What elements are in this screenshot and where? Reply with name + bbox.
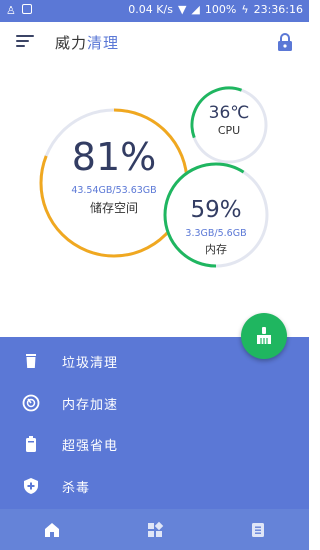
battery-icon <box>26 436 36 452</box>
menu-icon[interactable] <box>16 35 34 49</box>
signal-icon: ◢ <box>191 3 200 16</box>
gauges-area: 81% 43.54GB/53.63GB 储存空间 36℃ CPU 59% 3.3… <box>0 62 309 337</box>
charging-icon: ϟ <box>241 3 249 16</box>
menu-item-antivirus[interactable]: 杀毒 <box>0 465 309 507</box>
menu-item-label: 超强省电 <box>62 438 119 454</box>
tab-list[interactable] <box>206 509 309 550</box>
memory-percent: 59% <box>190 197 242 223</box>
memory-gauge[interactable]: 59% 3.3GB/5.6GB 内存 <box>166 196 266 257</box>
list-icon <box>251 522 264 537</box>
menu-item-power-save[interactable]: 超强省电 <box>0 423 309 465</box>
speedometer-icon <box>22 394 40 412</box>
memory-label: 内存 <box>205 243 227 256</box>
menu-item-label: 内存加速 <box>62 397 119 413</box>
menu-item-memory-boost[interactable]: 内存加速 <box>0 382 309 424</box>
app-title-part2: 清理 <box>87 34 120 52</box>
storage-label: 储存空间 <box>89 201 138 215</box>
storage-percent: 81% <box>71 135 157 179</box>
wifi-icon: ▼ <box>177 3 187 16</box>
shield-plus-icon <box>24 478 38 494</box>
bottom-nav <box>0 509 309 550</box>
broom-icon <box>257 327 271 344</box>
image-notification-icon <box>21 4 32 14</box>
cpu-temp: 36℃ <box>208 103 250 123</box>
clock: 23:36:16 <box>253 3 303 16</box>
network-speed: 0.04 K/s <box>128 3 173 16</box>
home-icon <box>44 522 59 537</box>
battery-percent: 100% <box>204 3 237 16</box>
clean-fab-button[interactable] <box>241 313 287 359</box>
notification-icon: ♙ <box>6 4 16 17</box>
apps-icon <box>147 521 163 537</box>
app-title: 威力清理 <box>55 32 119 53</box>
app-bar: 威力清理 <box>0 22 309 62</box>
menu-item-label: 垃圾清理 <box>62 355 119 371</box>
app-title-part1: 威力 <box>55 34 88 52</box>
feature-menu: 垃圾清理 内存加速 超强省电 杀毒 <box>0 337 309 509</box>
cpu-gauge[interactable]: 36℃ CPU <box>194 102 264 137</box>
storage-detail: 43.54GB/53.63GB <box>71 185 157 196</box>
trash-icon <box>26 354 36 368</box>
menu-item-label: 杀毒 <box>62 480 91 496</box>
status-bar: ♙ 0.04 K/s ▼ ◢ 100% ϟ 23:36:16 <box>0 0 309 22</box>
lock-icon[interactable] <box>277 33 293 51</box>
cpu-label: CPU <box>217 124 241 137</box>
memory-detail: 3.3GB/5.6GB <box>185 228 247 239</box>
tab-home[interactable] <box>0 509 103 550</box>
tab-apps[interactable] <box>103 509 206 550</box>
storage-gauge[interactable]: 81% 43.54GB/53.63GB 储存空间 <box>54 135 174 216</box>
